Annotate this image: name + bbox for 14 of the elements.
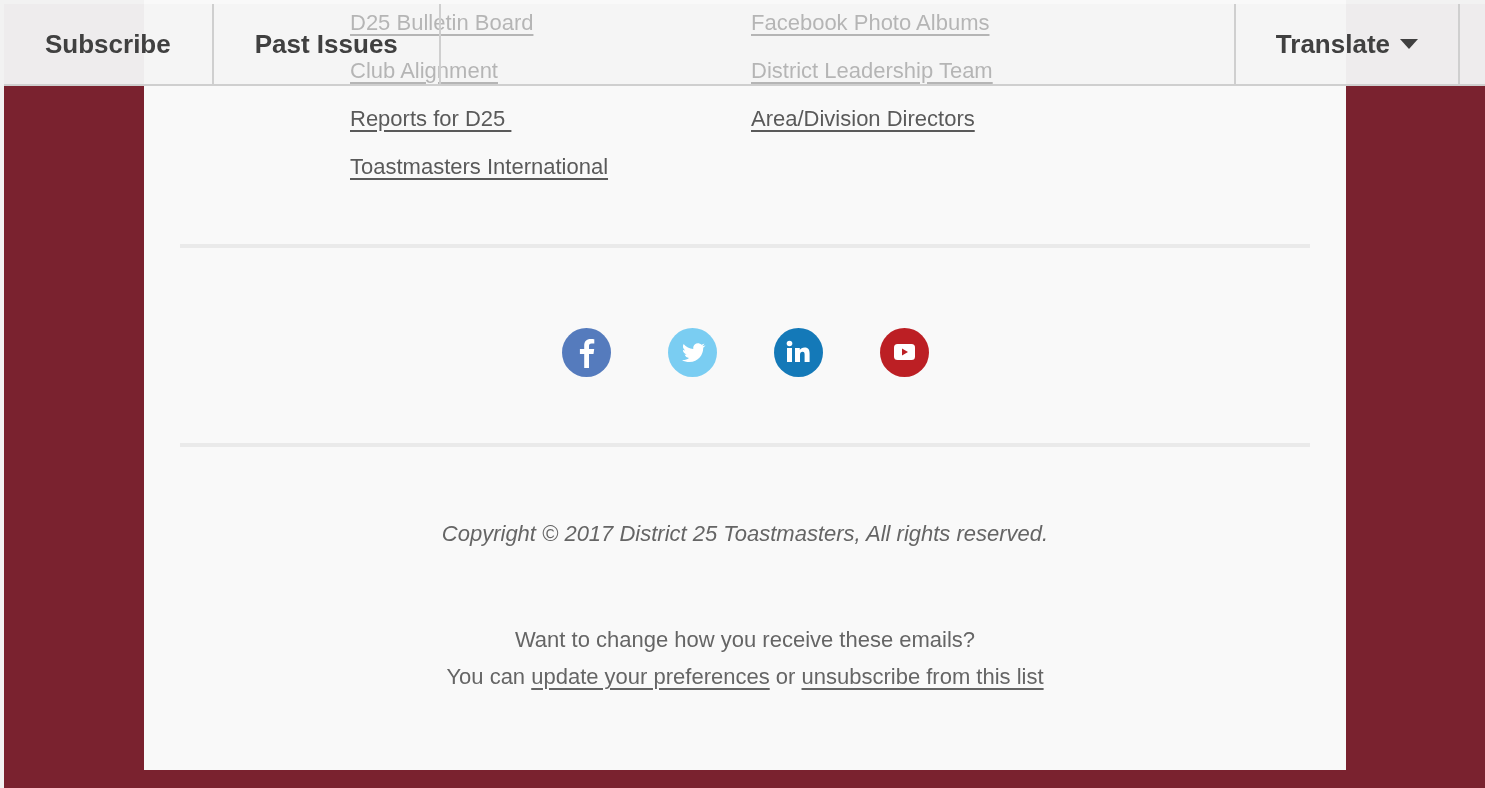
copyright-text: Copyright © 2017 District 25 Toastmasters, All rights reserved. (440, 520, 1050, 548)
linkedin-icon[interactable] (773, 328, 823, 377)
facebook-icon[interactable] (561, 328, 611, 377)
footer-link[interactable]: Toastmasters International (350, 149, 609, 183)
footer-preferences-text: You can update your preferences or unsubscribe from this list (445, 663, 1045, 691)
translate-button[interactable]: Translate (1233, 4, 1460, 84)
caret-icon (1400, 39, 1418, 49)
footer-link[interactable]: Reports for D25 (350, 101, 512, 135)
play-icon[interactable] (879, 328, 929, 377)
nav-link[interactable]: Subscribe (45, 32, 171, 56)
footer-question: Want to change how you receive these emails? (513, 626, 977, 654)
footer-link[interactable]: update your preferences (531, 664, 770, 689)
footer-link[interactable]: unsubscribe from this list (801, 664, 1044, 689)
footer-link[interactable]: Area/Division Directors (751, 101, 975, 135)
